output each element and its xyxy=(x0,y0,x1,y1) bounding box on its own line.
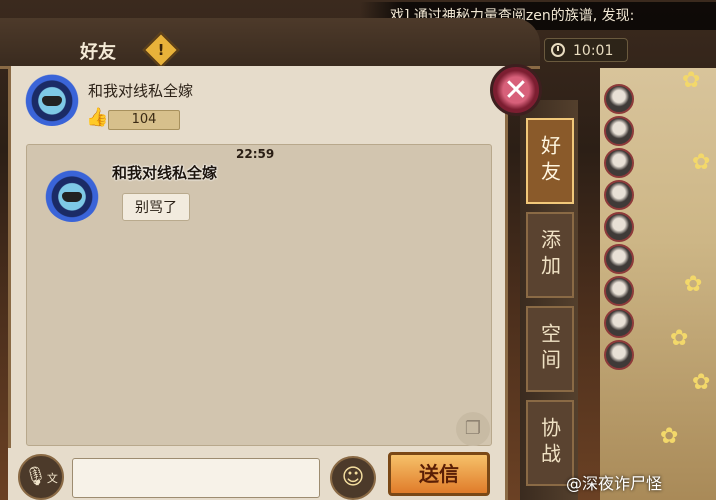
message-input[interactable] xyxy=(72,458,320,498)
friend-avatar-mini[interactable] xyxy=(604,244,634,274)
message-timestamp: 22:59 xyxy=(236,147,275,161)
page-title: 好友 xyxy=(80,42,116,63)
tab-friends[interactable]: 好友 xyxy=(526,118,574,204)
friend-name: 和我对线私全嫁 xyxy=(88,82,194,100)
voice-to-text-button[interactable]: 🎙文 xyxy=(18,454,64,500)
friend-avatar-mini[interactable] xyxy=(604,116,634,146)
friend-avatar-mini[interactable] xyxy=(604,340,634,370)
microphone-icon: 🎙 xyxy=(24,466,47,487)
flower-icon: ✿ xyxy=(692,370,711,395)
friend-avatar-mini[interactable] xyxy=(604,84,634,114)
flower-icon: ✿ xyxy=(660,424,679,449)
message-sender: 和我对线私全嫁 xyxy=(112,164,218,182)
voice-text-label: 文 xyxy=(46,472,58,485)
alert-mark: ! xyxy=(157,41,165,59)
flower-icon: ✿ xyxy=(692,150,711,175)
friend-avatar-mini[interactable] xyxy=(604,308,634,338)
emoji-icon[interactable]: ☺ xyxy=(330,456,376,500)
game-clock: 10:01 xyxy=(544,38,628,62)
clock-icon xyxy=(551,43,565,57)
tab-add[interactable]: 添加 xyxy=(526,212,574,298)
like-count: 104 xyxy=(108,110,180,130)
copy-icon[interactable]: ❐ xyxy=(456,412,490,446)
close-icon[interactable]: ✕ xyxy=(490,64,542,116)
flower-icon: ✿ xyxy=(684,272,703,297)
tab-space[interactable]: 空间 xyxy=(526,306,574,392)
flower-icon: ✿ xyxy=(682,68,701,93)
friend-avatar-mini[interactable] xyxy=(604,212,634,242)
thumbs-up-icon: 👍 xyxy=(86,107,109,128)
friend-avatar[interactable] xyxy=(24,70,80,126)
friend-avatar-mini[interactable] xyxy=(604,148,634,178)
friend-avatar-mini[interactable] xyxy=(604,180,634,210)
watermark: @深夜诈尸怪 xyxy=(566,474,663,493)
clock-time: 10:01 xyxy=(573,43,614,59)
send-button[interactable]: 送信 xyxy=(388,452,490,496)
friend-avatar-mini[interactable] xyxy=(604,276,634,306)
sender-avatar[interactable] xyxy=(44,166,100,222)
flower-icon: ✿ xyxy=(670,326,689,351)
message-bubble: 别骂了 xyxy=(122,193,190,221)
